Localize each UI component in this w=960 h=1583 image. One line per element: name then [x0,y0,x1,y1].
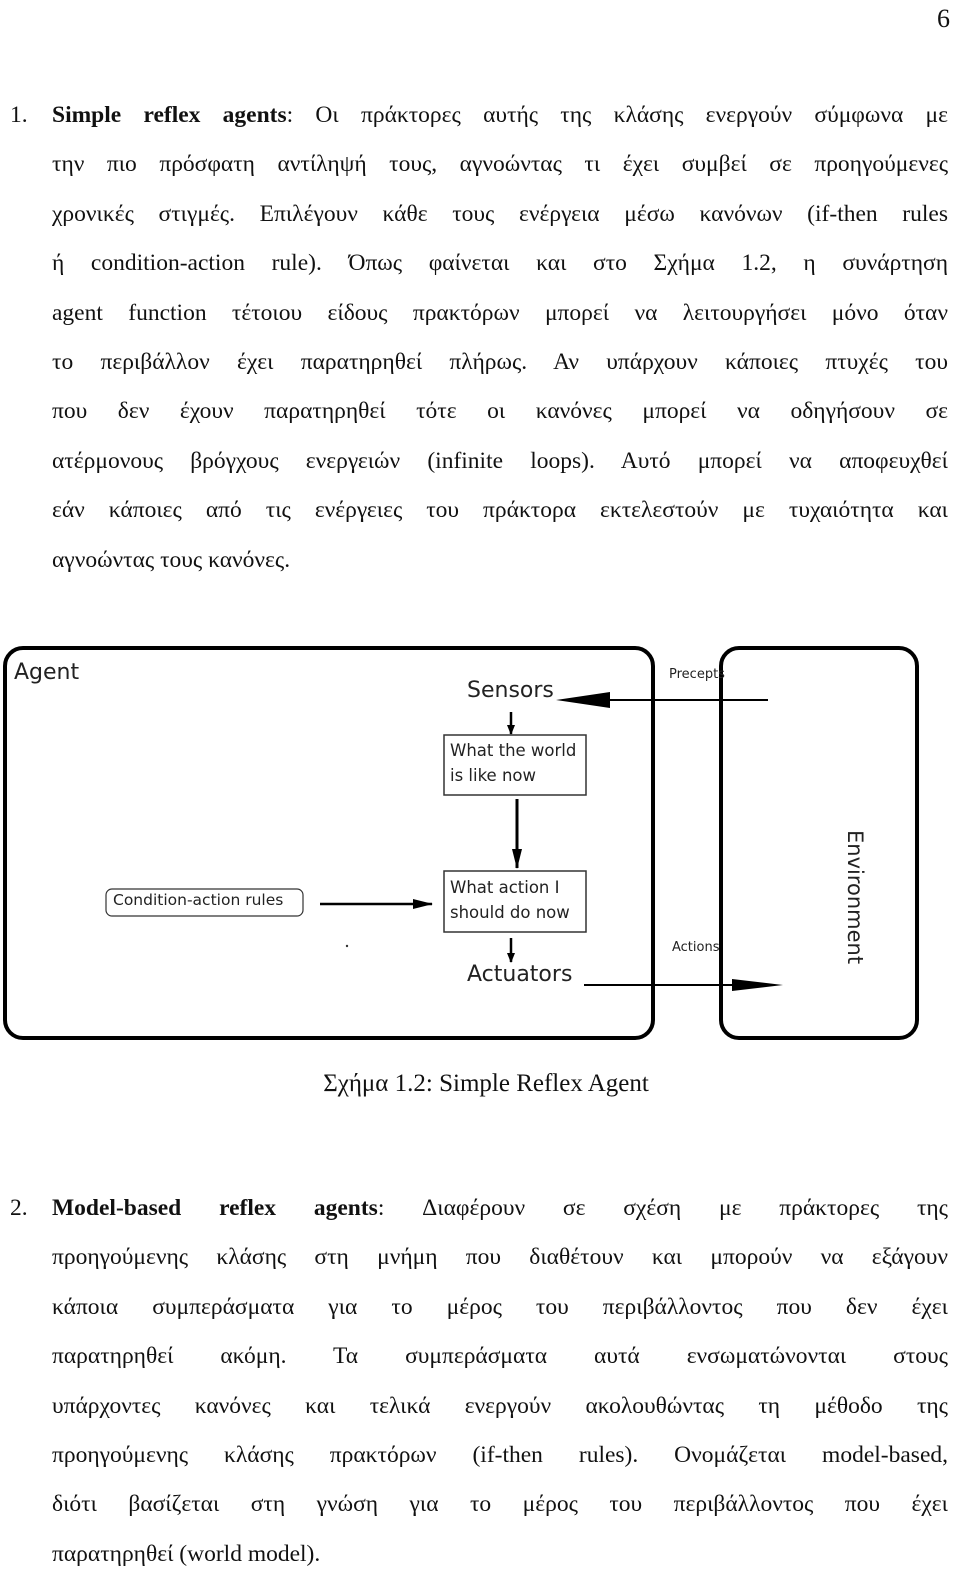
section-1-line-2: την πιο πρόσφατη αντίληψή τους, αγνοώντα… [52,151,948,178]
figure-caption: Σχήμα 1.2: Simple Reflex Agent [323,1070,649,1097]
section-2-line-8: παρατηρηθεί (world model). [52,1540,321,1567]
world-state-label: What the world is like now [450,741,577,785]
page-number: 6 [937,4,950,33]
section-1-number: 1. [10,102,28,128]
precepts-label: Precepts [669,667,725,682]
precepts-arrowhead [556,692,610,708]
actuators-label: Actuators [467,962,573,987]
environment-label: Environment [843,830,867,965]
section-1-paragraph: 1. Simple reflex agents: Οι πράκτορες αυτ… [10,91,948,585]
section-2-number: 2. [10,1195,28,1221]
section-2-line-7: διότι βασίζεται στη γνώση για το μέρος τ… [52,1491,948,1518]
rules-label: Condition-action rules [113,891,284,909]
section-2-line-3: κάποια συμπεράσματα για το μέρος του περ… [52,1293,948,1320]
section-2-paragraph: 2. Model-based reflex agents: Διαφέρουν σ… [10,1184,948,1579]
section-2-term: Model-based reflex agents [52,1195,378,1221]
section-1-line-5: agent function τέτοιου είδους πρακτόρων … [52,299,948,326]
section-2-line-2: προηγούμενης κλάσης στη μνήμη που διαθέτ… [52,1244,948,1271]
actions-arrowhead [732,979,783,991]
actions-label: Actions [672,940,720,955]
section-1-line-3: χρονικές στιγμές. Επιλέγουν κάθε τους εν… [52,200,948,227]
section-1-line-8: ατέρμονους βρόγχους ενεργειών (infinite … [52,447,948,474]
section-1-line-9: εάν κάποιες από τις ενέργειες του πράκτο… [52,497,948,524]
section-2-line-6: προηγούμενης κλάσης πρακτόρων (if-then r… [52,1441,948,1468]
section-1-line-7: που δεν έχουν παρατηρηθεί τότε οι κανόνε… [52,398,948,425]
sensors-label: Sensors [467,678,554,703]
simple-reflex-agent-diagram: Agent Sensors Precepts Actions What the … [0,640,960,1050]
section-2-line-4: παρατηρηθεί ακόμη. Τα συμπεράσματα αυτά … [52,1343,948,1370]
section-1-line-4: ή condition-action rule). Όπως φαίνεται … [52,250,948,277]
agent-label: Agent [14,660,80,685]
section-1-line-1: 1. Simple reflex agents: Οι πράκτορες αυτ… [10,91,948,140]
environment-box [719,646,919,1040]
section-1-line-6: το περιβάλλον έχει παρατηρηθεί πλήρως. Α… [52,348,948,375]
section-2-line-1: 2. Model-based reflex agents: Διαφέρουν σ… [10,1184,948,1233]
section-1-term: Simple reflex agents [52,102,287,128]
stray-dot [345,944,349,948]
section-1-line-10: αγνοώντας τους κανόνες. [52,546,291,573]
action-label: What action I should do now [450,878,570,922]
section-2-line-5: υπάρχοντες κανόνες και τελικά ενεργούν α… [52,1392,948,1419]
